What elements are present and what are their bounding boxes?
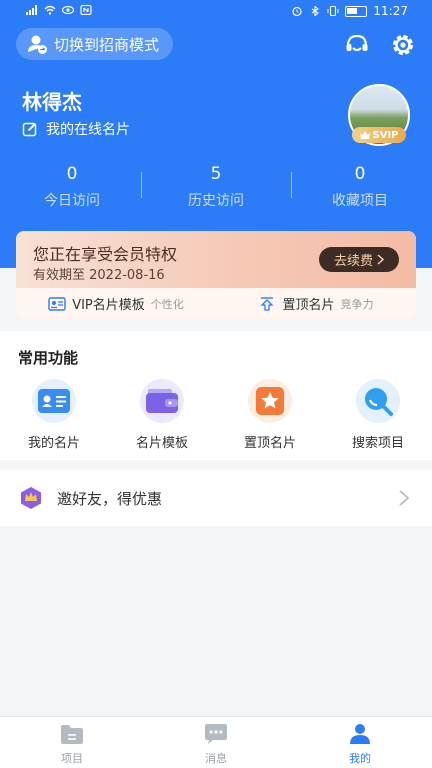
user-icon: [350, 724, 370, 744]
pin-top-icon: [260, 296, 275, 311]
stat-label: 收藏项目: [332, 193, 388, 209]
card-template-icon: [48, 296, 66, 311]
folder-icon: [61, 725, 83, 744]
nfc-icon: [80, 5, 92, 15]
user-name: 林得杰: [22, 90, 82, 114]
tab-mine[interactable]: 我的: [288, 717, 432, 768]
function-grid: 我的名片 名片模板 置顶名片 搜索项目: [0, 379, 432, 451]
search-icon: [356, 379, 400, 423]
status-bar: 11:27: [0, 0, 432, 24]
func-label: 我的名片: [27, 436, 80, 451]
stat-favorites[interactable]: 0 收藏项目: [288, 164, 432, 210]
renew-label: 去续费: [333, 254, 373, 269]
stat-history-visits[interactable]: 5 历史访问: [144, 164, 288, 210]
bluetooth-icon: [312, 6, 320, 16]
id-card-icon: [32, 379, 76, 423]
online-card-link[interactable]: 我的在线名片: [22, 119, 130, 139]
chevron-right-icon: [399, 490, 410, 506]
invite-friends-row[interactable]: 邀好友，得优惠: [0, 470, 432, 526]
vip-banner: 您正在享受会员特权 有效期至 2022-08-16 去续费: [16, 231, 416, 288]
vip-feature-template[interactable]: VIP名片模板 个性化: [16, 294, 216, 313]
chevron-right-icon: [377, 254, 384, 265]
star-icon: [248, 379, 292, 423]
svip-label: SVIP: [372, 129, 399, 141]
vip-feature-pin[interactable]: 置顶名片 竞争力: [216, 294, 416, 313]
switch-mode-button[interactable]: 切换到招商模式: [16, 28, 174, 60]
crown-badge-icon: [21, 487, 41, 509]
feature-label: 置顶名片: [282, 298, 335, 313]
user-switch-icon: [28, 35, 47, 54]
signal-icon: [26, 5, 37, 15]
vip-card: 您正在享受会员特权 有效期至 2022-08-16 去续费 VIP名片模板 个性…: [16, 231, 416, 319]
section-title: 常用功能: [18, 349, 79, 367]
stat-label: 历史访问: [188, 193, 244, 209]
svip-badge: SVIP: [352, 127, 406, 143]
bottom-tab-bar: 项目 消息 我的: [0, 716, 432, 768]
wallet-icon: [140, 379, 184, 423]
feature-label: VIP名片模板: [72, 298, 145, 313]
vip-expire-date: 有效期至 2022-08-16: [33, 268, 165, 283]
feature-tag: 竞争力: [340, 297, 374, 311]
crown-icon: [359, 131, 370, 139]
func-pin-card[interactable]: 置顶名片: [216, 379, 324, 451]
stat-label: 今日访问: [44, 193, 100, 209]
common-functions: 常用功能 我的名片 名片模板 置顶名片 搜索项目: [0, 331, 432, 460]
divider: [291, 172, 292, 198]
online-card-label: 我的在线名片: [46, 122, 130, 138]
vip-features: VIP名片模板 个性化 置顶名片 竞争力: [16, 288, 416, 319]
tab-label: 消息: [205, 752, 227, 765]
renew-button[interactable]: 去续费: [319, 247, 399, 272]
feature-tag: 个性化: [150, 297, 184, 311]
stat-value: 5: [210, 164, 222, 184]
stats-row: 0 今日访问 5 历史访问 0 收藏项目: [0, 164, 432, 210]
stat-value: 0: [354, 164, 366, 184]
vibrate-icon: [327, 6, 339, 16]
tab-messages[interactable]: 消息: [144, 717, 288, 768]
settings-gear-icon[interactable]: [390, 32, 416, 58]
func-label: 搜索项目: [351, 436, 404, 451]
tab-label: 项目: [61, 752, 83, 765]
alarm-icon: [292, 6, 303, 16]
func-my-card[interactable]: 我的名片: [0, 379, 108, 451]
invite-label: 邀好友，得优惠: [57, 490, 163, 508]
tab-projects[interactable]: 项目: [0, 717, 144, 768]
customer-service-icon[interactable]: [344, 32, 370, 58]
func-label: 置顶名片: [243, 436, 296, 451]
vip-title: 您正在享受会员特权: [33, 245, 178, 264]
stat-value: 0: [66, 164, 78, 184]
message-icon: [205, 724, 227, 744]
switch-mode-label: 切换到招商模式: [54, 35, 160, 54]
eye-icon: [62, 5, 74, 15]
tab-label: 我的: [349, 752, 371, 765]
battery-icon: [345, 5, 368, 17]
stat-today-visits[interactable]: 0 今日访问: [0, 164, 144, 210]
edit-icon: [22, 122, 37, 137]
status-time: 11:27: [373, 4, 408, 18]
func-label: 名片模板: [135, 436, 188, 451]
func-search-project[interactable]: 搜索项目: [324, 379, 432, 451]
func-card-template[interactable]: 名片模板: [108, 379, 216, 451]
wifi-icon: [44, 5, 56, 15]
divider: [141, 172, 142, 198]
